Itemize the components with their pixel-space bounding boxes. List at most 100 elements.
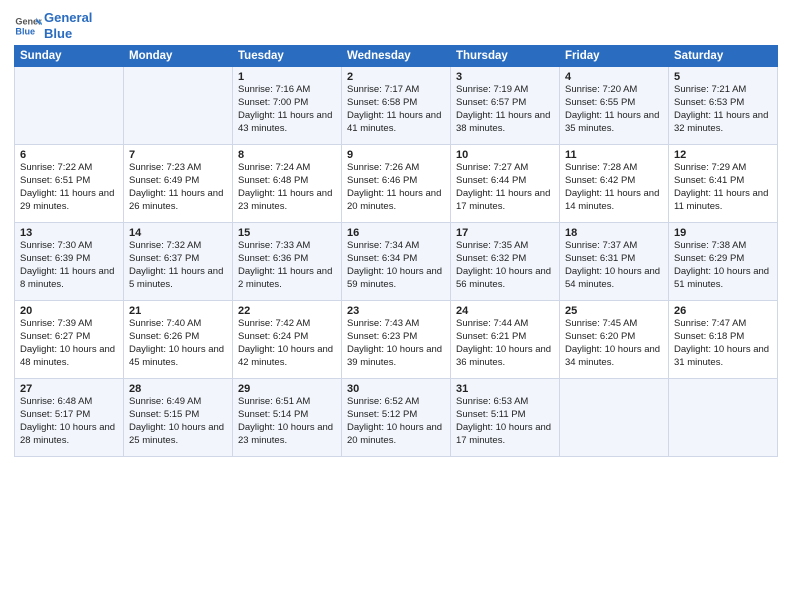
day-number: 25 [565, 305, 663, 317]
logo: General Blue GeneralBlue [14, 10, 92, 41]
daylight-text: Daylight: 10 hours and 51 minutes. [674, 266, 772, 292]
daylight-text: Daylight: 10 hours and 17 minutes. [456, 422, 554, 448]
day-number: 17 [456, 227, 554, 239]
sunset-text: Sunset: 6:49 PM [129, 175, 227, 188]
daylight-text: Daylight: 11 hours and 20 minutes. [347, 188, 445, 214]
calendar-cell: 23 Sunrise: 7:43 AM Sunset: 6:23 PM Dayl… [342, 301, 451, 379]
day-number: 2 [347, 71, 445, 83]
calendar-cell: 5 Sunrise: 7:21 AM Sunset: 6:53 PM Dayli… [669, 67, 778, 145]
sunset-text: Sunset: 6:18 PM [674, 331, 772, 344]
calendar-cell: 11 Sunrise: 7:28 AM Sunset: 6:42 PM Dayl… [560, 145, 669, 223]
day-number: 11 [565, 149, 663, 161]
calendar-cell: 21 Sunrise: 7:40 AM Sunset: 6:26 PM Dayl… [124, 301, 233, 379]
sunrise-text: Sunrise: 7:20 AM [565, 84, 663, 97]
sunset-text: Sunset: 6:32 PM [456, 253, 554, 266]
sunset-text: Sunset: 6:37 PM [129, 253, 227, 266]
day-number: 21 [129, 305, 227, 317]
daylight-text: Daylight: 11 hours and 11 minutes. [674, 188, 772, 214]
day-number: 9 [347, 149, 445, 161]
sunrise-text: Sunrise: 7:45 AM [565, 318, 663, 331]
sunset-text: Sunset: 6:42 PM [565, 175, 663, 188]
sunrise-text: Sunrise: 7:22 AM [20, 162, 118, 175]
sunrise-text: Sunrise: 7:34 AM [347, 240, 445, 253]
day-number: 30 [347, 383, 445, 395]
daylight-text: Daylight: 10 hours and 59 minutes. [347, 266, 445, 292]
calendar-cell: 7 Sunrise: 7:23 AM Sunset: 6:49 PM Dayli… [124, 145, 233, 223]
day-number: 26 [674, 305, 772, 317]
sunrise-text: Sunrise: 7:17 AM [347, 84, 445, 97]
weekday-header-wednesday: Wednesday [342, 46, 451, 67]
daylight-text: Daylight: 11 hours and 35 minutes. [565, 110, 663, 136]
sunrise-text: Sunrise: 7:47 AM [674, 318, 772, 331]
sunrise-text: Sunrise: 6:51 AM [238, 396, 336, 409]
daylight-text: Daylight: 10 hours and 42 minutes. [238, 344, 336, 370]
sunrise-text: Sunrise: 7:35 AM [456, 240, 554, 253]
calendar-header: SundayMondayTuesdayWednesdayThursdayFrid… [15, 46, 778, 67]
day-number: 22 [238, 305, 336, 317]
sunset-text: Sunset: 6:51 PM [20, 175, 118, 188]
calendar-cell: 6 Sunrise: 7:22 AM Sunset: 6:51 PM Dayli… [15, 145, 124, 223]
sunset-text: Sunset: 6:29 PM [674, 253, 772, 266]
daylight-text: Daylight: 11 hours and 26 minutes. [129, 188, 227, 214]
calendar-cell: 3 Sunrise: 7:19 AM Sunset: 6:57 PM Dayli… [451, 67, 560, 145]
calendar-cell: 1 Sunrise: 7:16 AM Sunset: 7:00 PM Dayli… [233, 67, 342, 145]
sunrise-text: Sunrise: 7:43 AM [347, 318, 445, 331]
calendar-body: 1 Sunrise: 7:16 AM Sunset: 7:00 PM Dayli… [15, 67, 778, 457]
calendar-cell: 4 Sunrise: 7:20 AM Sunset: 6:55 PM Dayli… [560, 67, 669, 145]
sunrise-text: Sunrise: 7:19 AM [456, 84, 554, 97]
sunrise-text: Sunrise: 6:48 AM [20, 396, 118, 409]
sunrise-text: Sunrise: 6:49 AM [129, 396, 227, 409]
calendar-cell: 10 Sunrise: 7:27 AM Sunset: 6:44 PM Dayl… [451, 145, 560, 223]
calendar-container: General Blue GeneralBlue SundayMondayTue… [0, 0, 792, 463]
sunset-text: Sunset: 5:14 PM [238, 409, 336, 422]
day-number: 20 [20, 305, 118, 317]
sunset-text: Sunset: 6:26 PM [129, 331, 227, 344]
day-number: 3 [456, 71, 554, 83]
sunrise-text: Sunrise: 7:29 AM [674, 162, 772, 175]
day-number: 13 [20, 227, 118, 239]
day-number: 6 [20, 149, 118, 161]
sunset-text: Sunset: 6:44 PM [456, 175, 554, 188]
daylight-text: Daylight: 11 hours and 14 minutes. [565, 188, 663, 214]
calendar-cell: 16 Sunrise: 7:34 AM Sunset: 6:34 PM Dayl… [342, 223, 451, 301]
sunrise-text: Sunrise: 7:44 AM [456, 318, 554, 331]
sunset-text: Sunset: 5:12 PM [347, 409, 445, 422]
sunset-text: Sunset: 5:17 PM [20, 409, 118, 422]
sunrise-text: Sunrise: 7:40 AM [129, 318, 227, 331]
sunset-text: Sunset: 6:27 PM [20, 331, 118, 344]
sunset-text: Sunset: 6:46 PM [347, 175, 445, 188]
calendar-cell [124, 67, 233, 145]
calendar-cell: 9 Sunrise: 7:26 AM Sunset: 6:46 PM Dayli… [342, 145, 451, 223]
daylight-text: Daylight: 10 hours and 45 minutes. [129, 344, 227, 370]
weekday-header-monday: Monday [124, 46, 233, 67]
sunrise-text: Sunrise: 7:38 AM [674, 240, 772, 253]
daylight-text: Daylight: 11 hours and 32 minutes. [674, 110, 772, 136]
sunrise-text: Sunrise: 6:53 AM [456, 396, 554, 409]
calendar-cell: 22 Sunrise: 7:42 AM Sunset: 6:24 PM Dayl… [233, 301, 342, 379]
daylight-text: Daylight: 10 hours and 25 minutes. [129, 422, 227, 448]
sunset-text: Sunset: 6:23 PM [347, 331, 445, 344]
day-number: 28 [129, 383, 227, 395]
calendar-cell: 19 Sunrise: 7:38 AM Sunset: 6:29 PM Dayl… [669, 223, 778, 301]
calendar-table: SundayMondayTuesdayWednesdayThursdayFrid… [14, 45, 778, 457]
sunset-text: Sunset: 6:58 PM [347, 97, 445, 110]
day-number: 5 [674, 71, 772, 83]
sunset-text: Sunset: 6:55 PM [565, 97, 663, 110]
sunset-text: Sunset: 6:31 PM [565, 253, 663, 266]
day-number: 31 [456, 383, 554, 395]
calendar-week-2: 6 Sunrise: 7:22 AM Sunset: 6:51 PM Dayli… [15, 145, 778, 223]
calendar-cell: 17 Sunrise: 7:35 AM Sunset: 6:32 PM Dayl… [451, 223, 560, 301]
day-number: 29 [238, 383, 336, 395]
calendar-cell: 13 Sunrise: 7:30 AM Sunset: 6:39 PM Dayl… [15, 223, 124, 301]
weekday-header-friday: Friday [560, 46, 669, 67]
calendar-cell [669, 379, 778, 457]
daylight-text: Daylight: 11 hours and 23 minutes. [238, 188, 336, 214]
sunset-text: Sunset: 6:20 PM [565, 331, 663, 344]
logo-icon: General Blue [14, 12, 42, 40]
daylight-text: Daylight: 11 hours and 41 minutes. [347, 110, 445, 136]
calendar-cell: 29 Sunrise: 6:51 AM Sunset: 5:14 PM Dayl… [233, 379, 342, 457]
weekday-header-thursday: Thursday [451, 46, 560, 67]
calendar-cell: 15 Sunrise: 7:33 AM Sunset: 6:36 PM Dayl… [233, 223, 342, 301]
sunset-text: Sunset: 6:21 PM [456, 331, 554, 344]
calendar-week-5: 27 Sunrise: 6:48 AM Sunset: 5:17 PM Dayl… [15, 379, 778, 457]
